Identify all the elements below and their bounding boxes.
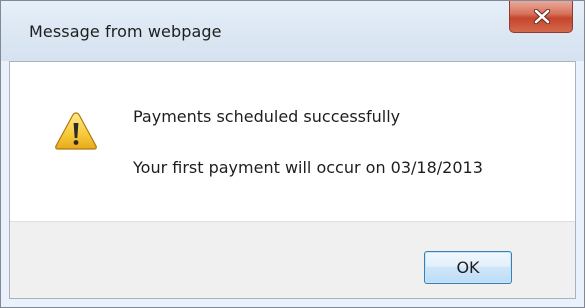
close-icon [533,9,551,24]
button-bar: OK [10,221,575,298]
message-area: Payments scheduled successfully Your fir… [10,62,575,221]
message-line-2: Your first payment will occur on 03/18/2… [133,158,483,177]
dialog-body: Payments scheduled successfully Your fir… [9,61,576,299]
ok-button[interactable]: OK [424,251,512,284]
dialog-title: Message from webpage [29,22,222,41]
close-button[interactable] [509,1,573,33]
dialog-window: Message from webpage Payments scheduled … [0,0,585,308]
warning-icon [55,112,97,150]
message-line-1: Payments scheduled successfully [133,107,401,126]
title-bar[interactable]: Message from webpage [1,1,584,61]
